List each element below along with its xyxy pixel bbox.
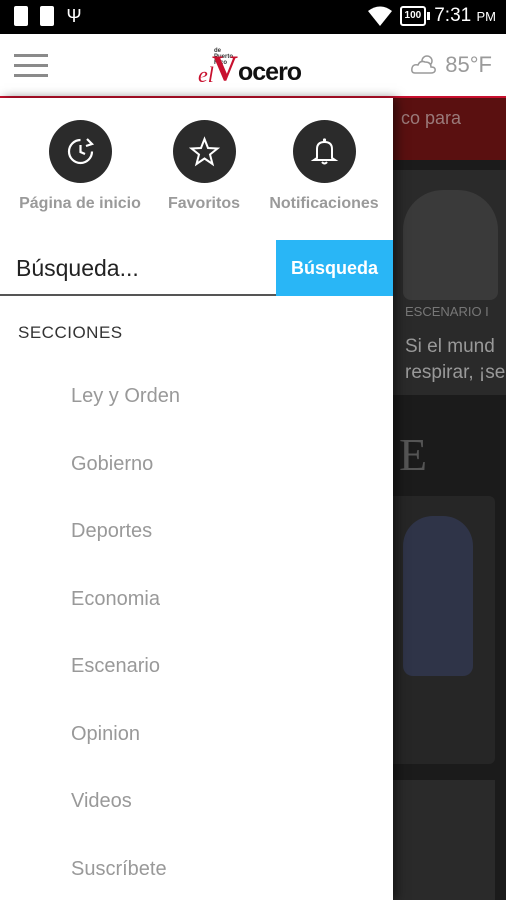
section-item-ley-y-orden[interactable]: Ley y Orden [71,385,180,408]
home-action[interactable]: Página de inicio [10,120,150,213]
navigation-drawer: Página de inicio Favoritos Notificacione… [0,98,393,900]
usb-icon: Ψ [66,6,82,26]
favorites-action[interactable]: Favoritos [134,120,274,213]
sections-heading: SECCIONES [18,323,123,342]
background-photo [393,496,495,764]
star-icon [172,120,236,183]
background-headline: Si el mund respirar, ¡se [405,336,506,383]
background-content: co para ESCENARIO I Si el mund respirar,… [393,98,506,900]
battery-icon: 100 [399,6,430,26]
search-button[interactable]: Búsqueda [276,240,393,296]
menu-icon[interactable] [14,54,48,80]
sim-card-icon [14,6,28,26]
background-banner: co para [393,98,506,160]
status-bar: Ψ 100 7:31 PM [0,0,506,34]
background-caption: ESCENARIO I [405,304,489,319]
logo-initial: V [212,48,238,88]
notifications-label: Notificaciones [269,195,379,212]
temperature: 85°F [445,52,492,77]
favorites-label: Favoritos [167,195,240,212]
clock: 7:31 PM [434,5,496,26]
wifi-icon [367,6,392,26]
logo-word: ocero [238,58,302,86]
section-item-opinion[interactable]: Opinion [71,723,140,746]
search-bar: Búsqueda [0,240,393,296]
search-input[interactable] [16,252,266,284]
partly-cloudy-icon [411,55,437,74]
section-item-deportes[interactable]: Deportes [71,520,152,543]
background-photo [393,780,495,900]
notifications-action[interactable]: Notificaciones [254,120,394,213]
section-item-escenario[interactable]: Escenario [71,655,160,678]
bell-icon [292,120,356,183]
sd-card-icon [40,6,54,26]
background-masthead: E [399,429,428,480]
section-item-suscribete[interactable]: Suscríbete [71,858,167,881]
weather-widget[interactable]: 85°F [409,52,492,78]
section-item-gobierno[interactable]: Gobierno [71,453,153,476]
section-item-economia[interactable]: Economia [71,588,160,611]
refresh-home-icon [48,120,112,183]
battery-level: 100 [399,6,427,26]
section-item-videos[interactable]: Videos [71,790,132,813]
home-label: Página de inicio [19,195,141,212]
app-header: de Puerto Rico el V ocero 85°F [0,34,506,98]
